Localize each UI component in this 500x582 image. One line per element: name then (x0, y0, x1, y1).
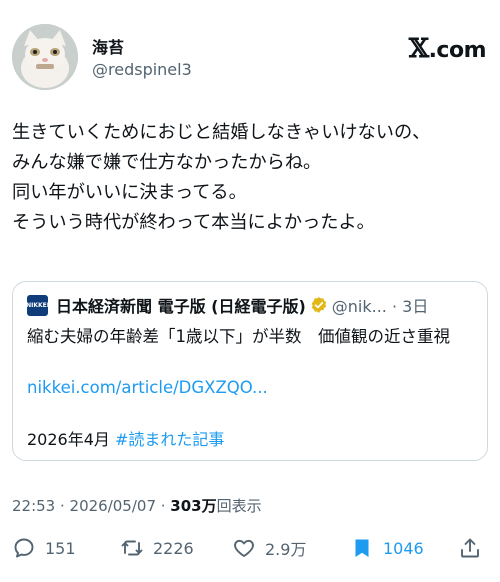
author-handle[interactable]: @redspinel3 (92, 60, 192, 79)
time-date[interactable]: 22:53 · 2026/05/07 · (12, 497, 170, 515)
repost-count: 2226 (153, 538, 194, 558)
tweet-text: 生きていくためにおじと結婚しなきゃいけないの、 みんな嫌で嫌で仕方なかったからね… (12, 118, 488, 238)
quoted-handle-time: @nik... · 3日 (331, 297, 429, 316)
quoted-link[interactable]: nikkei.com/article/DGXZQO... (27, 378, 268, 397)
reply-count: 151 (45, 538, 76, 558)
quoted-author[interactable]: 日本経済新聞 電子版 (日経電子版) (56, 293, 306, 317)
tweet-line: そういう時代が終わって本当によかったよ。 (12, 212, 375, 233)
tweet-timestamp: 22:53 · 2026/05/07 · 303万回表示 (12, 495, 262, 516)
verified-gold-badge-icon (311, 297, 326, 313)
quoted-body: 縮む夫婦の年齢差「1歳以下」が半数 価値観の近さ重視 (27, 327, 450, 346)
quoted-footer: 2026年4月 #読まれた記事 (27, 426, 224, 450)
heart-icon (234, 539, 254, 557)
action-bar: 151 2226 2.9万 1046 (12, 535, 488, 561)
x-logo-icon: 𝕏.com (408, 34, 487, 64)
tweet-line: 生きていくためにおじと結婚しなきゃいけないの、 (12, 122, 431, 143)
brand-suffix: .com (428, 38, 487, 63)
quoted-hashtag[interactable]: #読まれた記事 (115, 430, 224, 449)
like-count: 2.9万 (265, 540, 307, 559)
cat-avatar-icon[interactable] (12, 24, 78, 90)
repost-button[interactable]: 2226 (120, 535, 194, 561)
tweet-line: 同い年がいいに決まってる。 (12, 182, 247, 203)
tweet-line: みんな嫌で嫌で仕方なかったからね。 (12, 152, 322, 173)
quoted-footer-date: 2026年4月 (27, 430, 110, 449)
views-count: 303万 (170, 497, 217, 515)
x-mark: 𝕏 (408, 34, 429, 64)
quoted-tweet-card[interactable]: NIKKEI 日本経済新聞 電子版 (日経電子版) @nik... · 3日 縮… (12, 281, 488, 461)
quoted-header: NIKKEI 日本経済新聞 電子版 (日経電子版) @nik... · 3日 (26, 293, 429, 317)
share-icon (461, 538, 479, 558)
tweet-header: 海苔 @redspinel3 𝕏.com (12, 24, 488, 90)
like-button[interactable]: 2.9万 (232, 535, 306, 561)
share-button[interactable] (458, 535, 491, 561)
bookmark-button[interactable]: 1046 (350, 535, 424, 561)
reply-button[interactable]: 151 (12, 535, 76, 561)
bookmark-count: 1046 (383, 538, 424, 558)
nikkei-logo-icon: NIKKEI (26, 294, 49, 316)
views-label: 回表示 (216, 497, 262, 515)
repost-icon (121, 540, 143, 556)
author-display-name[interactable]: 海苔 (92, 34, 124, 58)
reply-icon (14, 538, 34, 558)
bookmark-icon (355, 539, 369, 557)
